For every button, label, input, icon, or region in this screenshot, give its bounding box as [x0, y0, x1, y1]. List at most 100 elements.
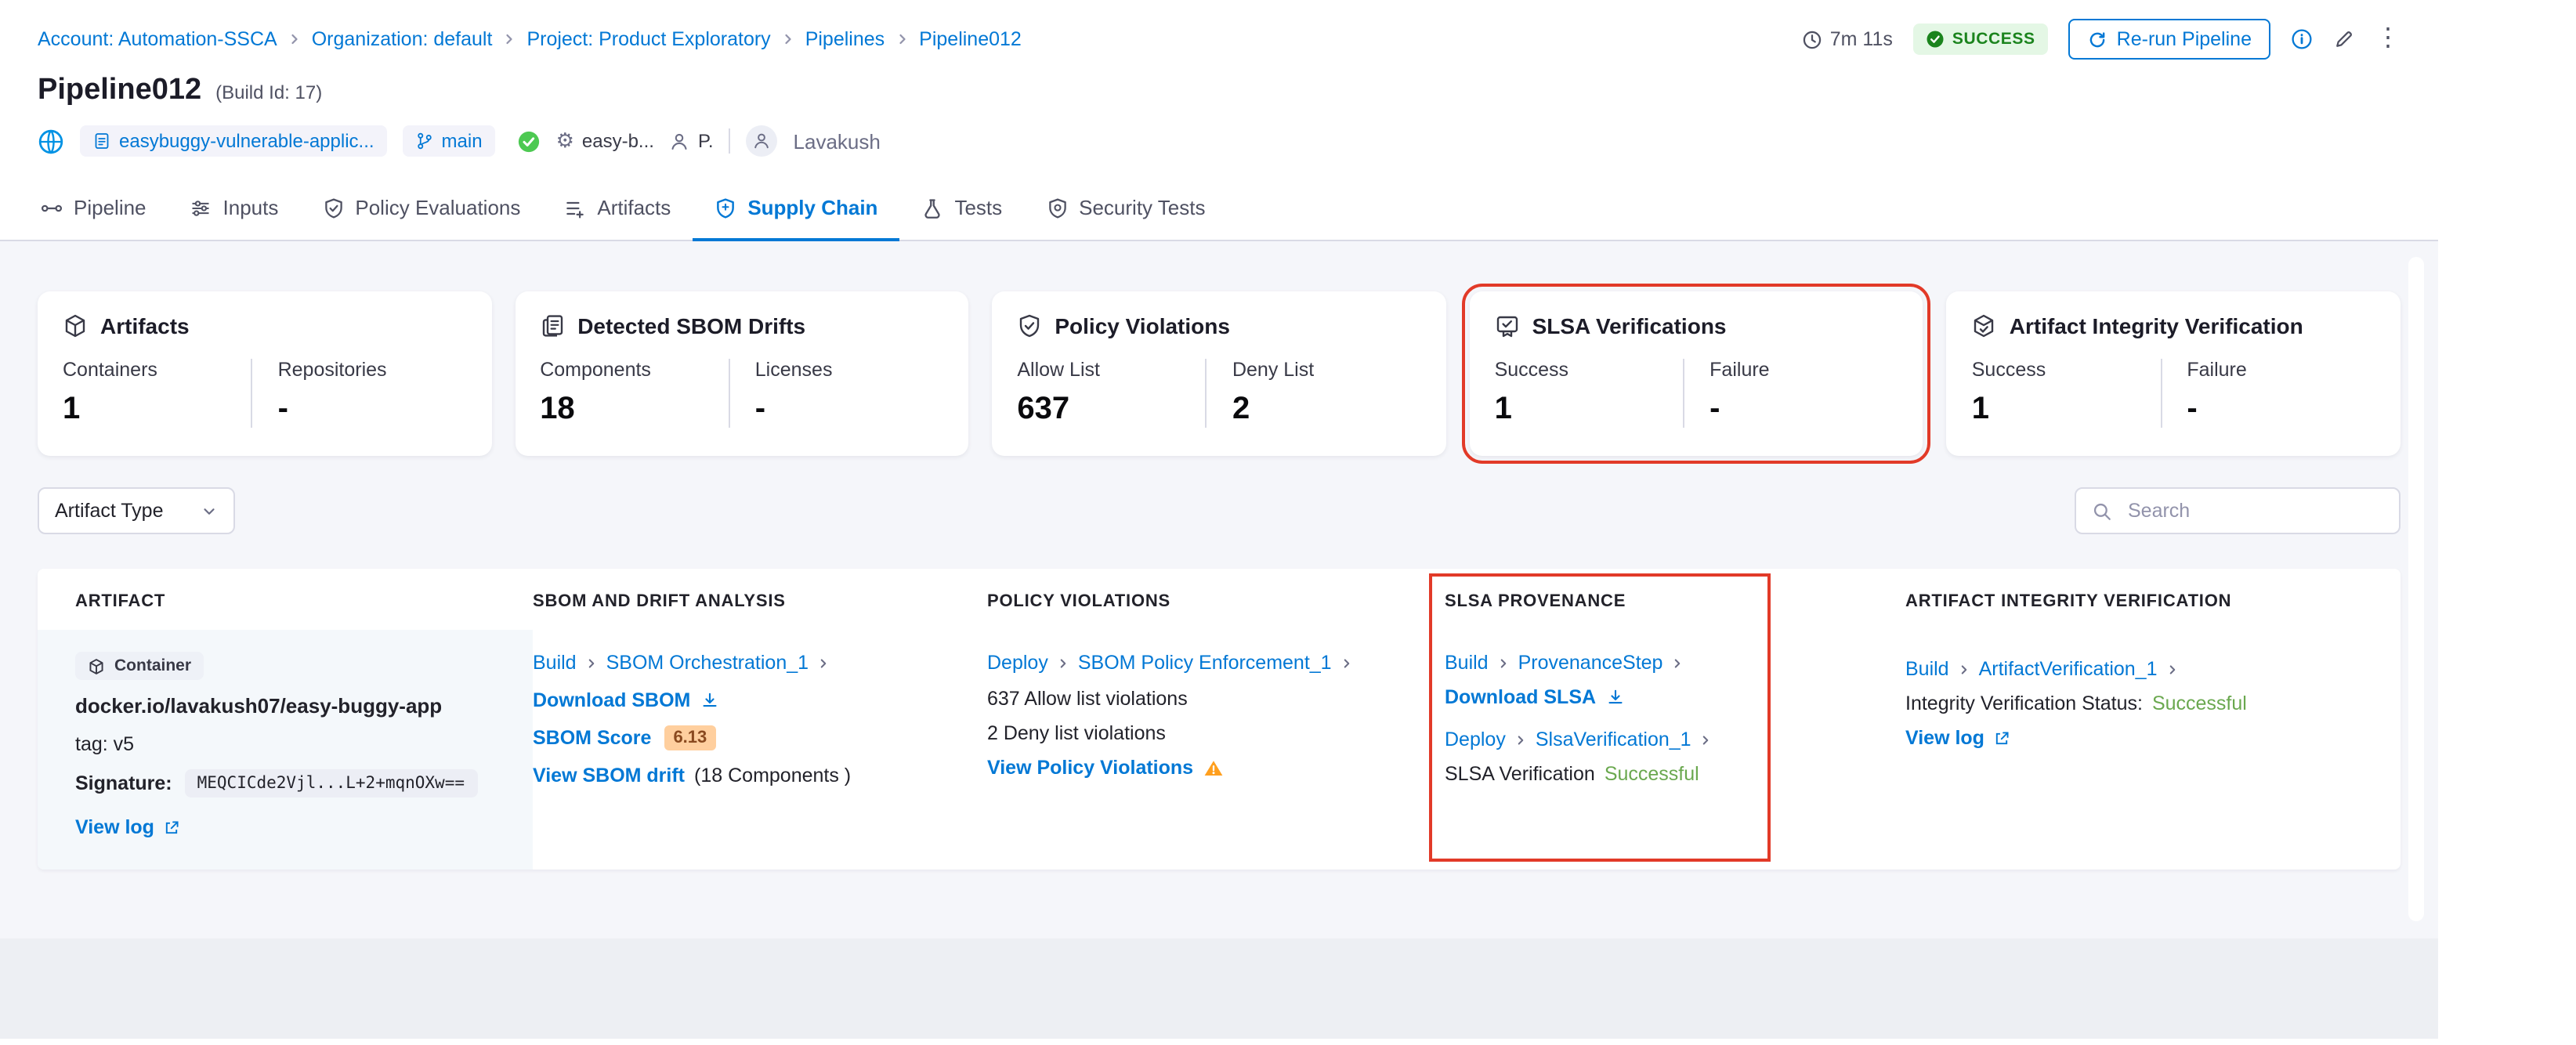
flask-icon — [921, 197, 943, 219]
column-header-slsa: SLSA PROVENANCE — [1445, 592, 1626, 611]
search-input[interactable] — [2125, 498, 2383, 523]
signature-value[interactable]: MEQCICde2Vjl...L+2+mqnOXw== — [184, 769, 477, 797]
supply-chain-content: Artifacts Containers 1 Repositories - De… — [0, 241, 2438, 1039]
kebab-menu-icon[interactable]: ⋮ — [2375, 26, 2401, 51]
tab-label: Inputs — [223, 196, 279, 219]
duration-text: 7m 11s — [1829, 28, 1893, 50]
title-row: Pipeline012 (Build Id: 17) — [0, 60, 2438, 108]
allow-list-violations-text: 637 Allow list violations — [987, 688, 1188, 710]
metric-deny-list: Deny List 2 — [1205, 359, 1421, 428]
status-badge: SUCCESS — [1912, 24, 2048, 55]
git-branch-icon — [415, 132, 434, 150]
metric-integrity-success: Success 1 — [1971, 359, 2046, 426]
view-sbom-drift-link[interactable]: View SBOM drift — [533, 765, 685, 786]
repository-icon — [92, 132, 111, 150]
config-name: easy-b... — [581, 130, 654, 152]
tab-inputs[interactable]: Inputs — [168, 177, 301, 241]
summary-cards: Artifacts Containers 1 Repositories - De… — [38, 284, 2401, 464]
download-icon — [700, 691, 718, 710]
vertical-scrollbar[interactable] — [2408, 257, 2424, 921]
divider — [729, 128, 731, 154]
breadcrumb-pipelines[interactable]: Pipelines — [805, 28, 885, 50]
integrity-cell: Build ArtifactVerification_1 Integrity V… — [1905, 630, 2401, 870]
tab-label: Artifacts — [597, 196, 671, 219]
sbom-drift-count: (18 Components ) — [694, 765, 852, 786]
table-header: ARTIFACT SBOM AND DRIFT ANALYSIS POLICY … — [38, 569, 2401, 630]
tab-supply-chain[interactable]: Supply Chain — [693, 177, 900, 241]
slsa-certificate-icon — [1495, 313, 1520, 338]
info-icon[interactable] — [2291, 28, 2313, 50]
artifact-verification-step-link[interactable]: ArtifactVerification_1 — [1979, 658, 2158, 680]
provenance-step-link[interactable]: ProvenanceStep — [1518, 652, 1663, 674]
sbom-step-link[interactable]: SBOM Orchestration_1 — [606, 652, 809, 674]
build-id: (Build Id: 17) — [215, 81, 323, 103]
sbom-score-badge: 6.13 — [664, 725, 717, 750]
drift-check-icon — [517, 129, 541, 153]
container-type-label: Container — [114, 656, 192, 675]
artifact-view-log-link[interactable]: View log — [75, 816, 181, 838]
artifact-type-filter[interactable]: Artifact Type — [38, 487, 236, 534]
shield-check-icon — [1017, 313, 1042, 338]
clock-icon — [1802, 29, 1822, 49]
pipeline-execution-page: Account: Automation-SSCA Organization: d… — [0, 0, 2438, 1045]
config-meta[interactable]: ⚙ easy-b... — [556, 128, 654, 154]
card-title: Policy Violations — [1055, 313, 1230, 338]
check-circle-icon — [1926, 30, 1945, 49]
status-text: SUCCESS — [1952, 30, 2035, 49]
tab-policy-evaluations[interactable]: Policy Evaluations — [300, 177, 542, 241]
policy-stage-link[interactable]: Deploy — [987, 652, 1048, 674]
slsa-verification-step-link[interactable]: SlsaVerification_1 — [1536, 729, 1691, 750]
filter-row: Artifact Type — [38, 487, 2401, 534]
metric-licenses: Licenses - — [728, 359, 944, 428]
breadcrumb-project[interactable]: Project: Product Exploratory — [526, 28, 770, 50]
metric-slsa-failure: Failure - — [1683, 359, 1898, 428]
container-type-badge: Container — [75, 652, 204, 680]
metric-components: Components 18 — [540, 359, 651, 426]
view-policy-violations-link[interactable]: View Policy Violations — [987, 757, 1223, 779]
slsa-cell: Build ProvenanceStep Download SLSA Deplo… — [1445, 630, 1905, 870]
chevron-right-icon — [1670, 656, 1684, 670]
table-row: Container docker.io/lavakush07/easy-bugg… — [38, 630, 2401, 870]
repo-chip[interactable]: easybuggy-vulnerable-applic... — [80, 125, 387, 157]
tab-security-tests[interactable]: Security Tests — [1024, 177, 1227, 241]
column-header-policy: POLICY VIOLATIONS — [987, 592, 1171, 611]
page-title: Pipeline012 — [38, 74, 202, 107]
slsa-build-stage-link[interactable]: Build — [1445, 652, 1489, 674]
gear-icon: ⚙ — [555, 128, 574, 152]
slsa-deploy-stage-link[interactable]: Deploy — [1445, 729, 1506, 750]
artifact-type-label: Artifact Type — [55, 500, 164, 522]
policy-step-link[interactable]: SBOM Policy Enforcement_1 — [1078, 652, 1332, 674]
tab-artifacts[interactable]: Artifacts — [542, 177, 693, 241]
breadcrumb-pipeline012[interactable]: Pipeline012 — [919, 28, 1022, 50]
card-policy-violations: Policy Violations Allow List 637 Deny Li… — [992, 291, 1446, 456]
sbom-stage-link[interactable]: Build — [533, 652, 577, 674]
card-title: SLSA Verifications — [1532, 313, 1727, 338]
list-plus-icon — [564, 197, 586, 219]
download-slsa-link[interactable]: Download SLSA — [1445, 686, 1624, 708]
card-artifacts: Artifacts Containers 1 Repositories - — [38, 291, 492, 456]
globe-icon — [38, 128, 64, 154]
card-title: Artifacts — [100, 313, 190, 338]
tab-tests[interactable]: Tests — [899, 177, 1024, 241]
integrity-view-log-link[interactable]: View log — [1905, 727, 2011, 749]
edit-pencil-icon[interactable] — [2333, 28, 2355, 50]
chevron-right-icon — [1340, 656, 1354, 670]
artifact-tag: tag: v5 — [75, 733, 135, 755]
avatar[interactable] — [746, 125, 778, 157]
breadcrumb-org[interactable]: Organization: default — [312, 28, 493, 50]
sbom-score-link[interactable]: SBOM Score — [533, 727, 651, 749]
branch-chip[interactable]: main — [402, 125, 495, 157]
chevron-right-icon — [501, 31, 517, 47]
breadcrumb-account[interactable]: Account: Automation-SSCA — [38, 28, 277, 50]
download-sbom-link[interactable]: Download SBOM — [533, 689, 718, 711]
tab-pipeline[interactable]: Pipeline — [19, 177, 168, 241]
tab-label: Supply Chain — [747, 196, 878, 219]
metric-containers: Containers 1 — [63, 359, 157, 426]
column-header-sbom: SBOM AND DRIFT ANALYSIS — [533, 592, 786, 611]
integrity-stage-link[interactable]: Build — [1905, 658, 1949, 680]
trigger-user-meta[interactable]: P. — [670, 130, 714, 152]
rerun-pipeline-button[interactable]: Re-run Pipeline — [2068, 19, 2270, 60]
execution-tabs: Pipeline Inputs Policy Evaluations Artif… — [0, 177, 2438, 241]
branch-name: main — [441, 130, 483, 152]
cube-check-icon — [1972, 313, 1997, 338]
